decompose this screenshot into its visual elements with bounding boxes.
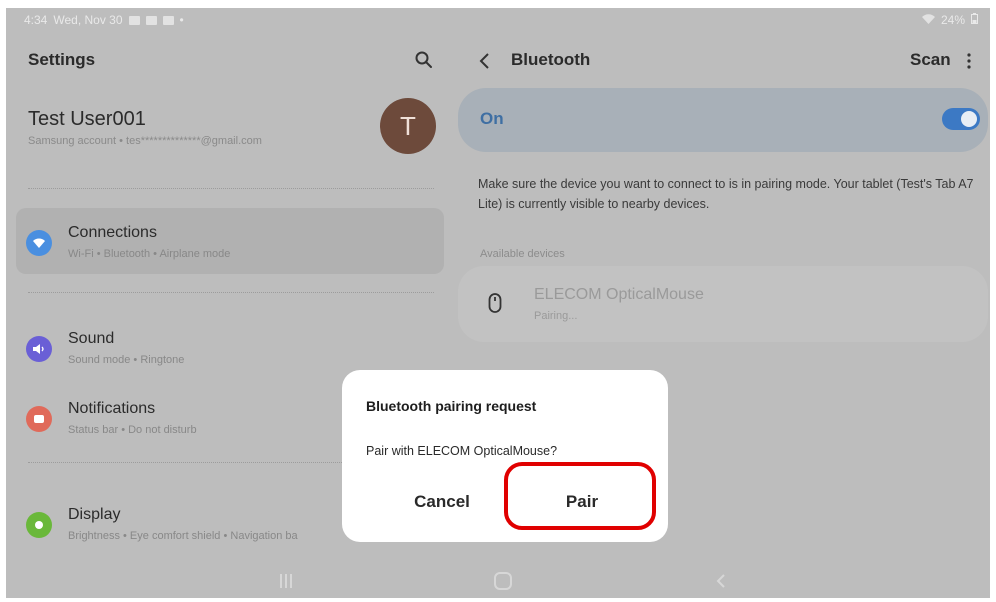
display-icon	[26, 512, 52, 538]
more-notifications-icon: •	[179, 13, 184, 27]
menu-item-subtitle: Wi-Fi • Bluetooth • Airplane mode	[68, 248, 231, 260]
pairing-request-dialog: Bluetooth pairing request Pair with ELEC…	[342, 370, 668, 542]
cancel-button[interactable]: Cancel	[372, 478, 512, 526]
profile-account: Samsung account • tes**************@gmai…	[28, 135, 262, 147]
available-devices-label: Available devices	[480, 248, 565, 260]
menu-item-subtitle: Sound mode • Ringtone	[68, 354, 185, 366]
cloud-notification-icon	[162, 15, 174, 25]
menu-item-title: Sound	[68, 330, 115, 347]
menu-item-connections[interactable]: Connections Wi-Fi • Bluetooth • Airplane…	[16, 208, 444, 274]
page-title: Settings	[28, 50, 96, 69]
apps-notification-icon	[145, 15, 157, 25]
gallery-notification-icon	[128, 15, 140, 25]
menu-item-title: Display	[68, 506, 121, 523]
device-name: ELECOM OpticalMouse	[534, 286, 704, 303]
recent-apps-icon[interactable]	[276, 572, 296, 590]
status-time: 4:34	[24, 13, 48, 27]
device-status: Pairing...	[534, 310, 578, 322]
more-options-icon[interactable]	[964, 51, 974, 71]
wifi-icon	[26, 230, 52, 256]
divider	[28, 188, 434, 189]
divider	[28, 292, 434, 293]
status-bar: 4:34 Wed, Nov 30 • 24%	[6, 8, 990, 34]
switch-label: On	[480, 109, 504, 128]
sound-icon	[26, 336, 52, 362]
scan-button[interactable]: Scan	[910, 50, 951, 70]
menu-item-title: Connections	[68, 224, 157, 241]
back-icon[interactable]	[478, 52, 492, 70]
menu-item-title: Notifications	[68, 400, 156, 417]
tablet-screen: 4:34 Wed, Nov 30 • 24% Settings Test Use…	[6, 8, 990, 598]
wifi-status-icon	[921, 13, 935, 27]
bluetooth-toggle[interactable]	[942, 108, 980, 130]
bluetooth-title: Bluetooth	[511, 50, 591, 69]
profile-name: Test User001	[28, 108, 146, 130]
search-icon[interactable]	[414, 50, 434, 70]
mouse-icon	[488, 292, 502, 314]
dialog-title: Bluetooth pairing request	[366, 398, 537, 414]
avatar[interactable]: T	[380, 98, 436, 154]
pairing-info-text: Make sure the device you want to connect…	[478, 177, 974, 211]
menu-item-subtitle: Brightness • Eye comfort shield • Naviga…	[68, 530, 298, 542]
battery-level: 24%	[940, 13, 965, 27]
menu-item-subtitle: Status bar • Do not disturb	[68, 424, 197, 436]
navigation-bar	[6, 564, 990, 598]
home-icon[interactable]	[494, 572, 512, 590]
pair-button[interactable]: Pair	[512, 478, 652, 526]
toggle-knob	[961, 111, 977, 127]
device-list-item[interactable]: ELECOM OpticalMouse Pairing...	[458, 266, 988, 342]
notification-icon	[26, 406, 52, 432]
nav-back-icon[interactable]	[714, 572, 728, 590]
status-date: Wed, Nov 30	[53, 13, 123, 27]
battery-icon	[971, 13, 978, 27]
bluetooth-master-switch[interactable]: On	[458, 88, 988, 152]
dialog-message: Pair with ELECOM OpticalMouse?	[366, 444, 558, 458]
